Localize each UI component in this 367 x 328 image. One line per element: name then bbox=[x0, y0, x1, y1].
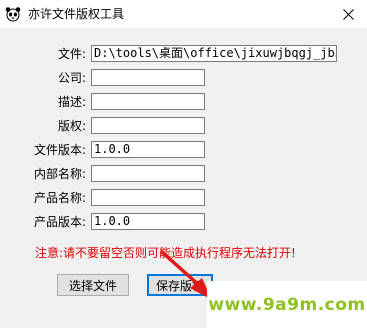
product-version-field[interactable]: 1.0.0 bbox=[91, 213, 205, 230]
product-name-field[interactable] bbox=[91, 189, 205, 206]
close-icon bbox=[342, 8, 354, 20]
internal-name-label: 内部名称: bbox=[33, 167, 86, 181]
watermark: www.9a9m.com bbox=[207, 281, 367, 328]
close-button[interactable] bbox=[329, 0, 367, 28]
description-label: 描述: bbox=[57, 95, 86, 109]
file-version-label: 文件版本: bbox=[33, 143, 86, 157]
watermark-text: www.9a9m.com bbox=[208, 294, 366, 315]
company-label: 公司: bbox=[57, 71, 86, 85]
file-path-field[interactable]: D:\tools\桌面\office\jixuwjbqgj_jb51\版权 bbox=[91, 45, 337, 62]
product-name-label: 产品名称: bbox=[33, 191, 86, 205]
product-version-label: 产品版本: bbox=[33, 215, 86, 229]
title-bar[interactable]: 亦许文件版权工具 bbox=[0, 0, 367, 28]
window-title: 亦许文件版权工具 bbox=[28, 7, 125, 21]
panda-icon bbox=[5, 7, 21, 22]
copyright-label: 版权: bbox=[57, 119, 86, 133]
select-file-button[interactable]: 选择文件 bbox=[57, 274, 129, 296]
file-version-field[interactable]: 1.0.0 bbox=[91, 141, 205, 158]
internal-name-field[interactable] bbox=[91, 165, 205, 182]
description-field[interactable] bbox=[91, 93, 205, 110]
company-field[interactable] bbox=[91, 69, 205, 86]
file-label: 文件: bbox=[57, 47, 86, 61]
copyright-field[interactable] bbox=[91, 117, 205, 134]
